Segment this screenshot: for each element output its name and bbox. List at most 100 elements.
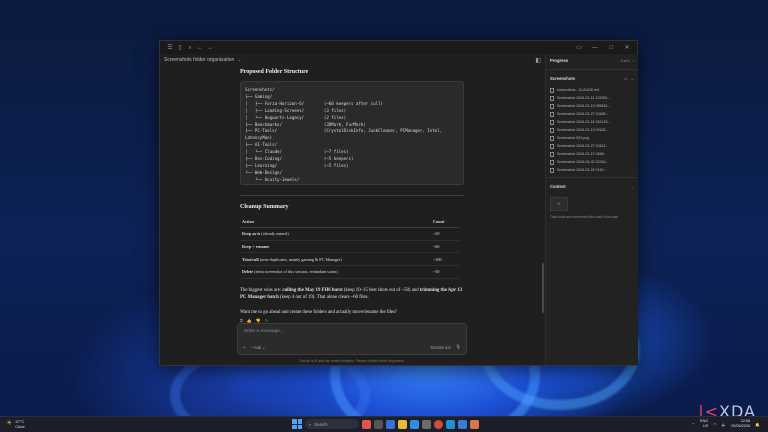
table-row: Trim/cull (near-duplicates, mainly gamin… [240,252,459,267]
panel-toggle-icon[interactable]: ◧ [535,57,541,64]
table-cell-action: Keep + rename [240,240,432,254]
weather-widget[interactable]: ☀ 37°C Clear [0,419,25,429]
divider [546,69,638,70]
file-icon [550,87,554,93]
file-icon [550,167,554,173]
file-item[interactable]: Screenshot 2026-03-27 20412... [550,142,634,150]
app-icon[interactable] [374,419,383,429]
minimize-icon[interactable]: — [590,43,600,53]
right-panel: Progress 4 of 4 › Screenshots ▭ ⌄ Instru… [545,54,638,365]
ask-mode-button[interactable]: ◔ Ask ⌄ [250,345,265,350]
notification-icon[interactable]: 🔔 [755,422,760,427]
add-icon[interactable]: + [243,345,245,350]
clock[interactable]: 22:58 05/06/2026 [731,419,750,429]
code-line: ├── Gaming/ [245,93,273,99]
table-cell-action: Trim/cull (near-duplicates, mainly gamin… [240,252,432,267]
folder-tree-code-block: Screenshots/├── Gaming/│ ├── Forza-Horiz… [240,81,464,185]
file-item[interactable]: Screenshot 2026-04-02 22316... [550,158,634,166]
chevron-up-icon[interactable]: ⌃ [692,422,695,427]
file-explorer-icon[interactable] [398,419,407,429]
progress-header: Progress 4 of 4 › [546,54,638,67]
claude-icon[interactable] [470,419,479,429]
volume-icon[interactable]: 🔈 [722,422,727,427]
retry-icon[interactable]: ↻ [265,318,268,323]
file-icon [550,127,554,133]
table-row: Keep + rename ~60 [240,240,459,254]
menu-icon[interactable]: ☰ [165,43,175,53]
chevron-down-icon[interactable]: ⌄ [237,57,241,63]
folder-icon[interactable]: ▭ [624,76,628,81]
disclaimer-text: Claude is AI and can make mistakes. Plea… [299,359,405,363]
table-row: Keep as-is (already named) ~20 [240,227,459,241]
language-indicator[interactable]: ENG US [700,419,708,429]
message-composer[interactable]: Write a message... + ◔ Ask ⌄ Sonnet 4.6 … [237,323,467,355]
taskbar-search[interactable]: ⌕ Search [305,419,359,429]
table-cell-action: Keep as-is (already named) [240,227,432,241]
chevron-right-icon[interactable]: › [633,58,634,63]
maximize-icon[interactable]: □ [606,43,616,53]
cleanup-heading: Cleanup Summary [240,204,289,210]
context-note: Track tools and referenced files used in… [550,215,619,219]
layout-icon[interactable]: ▭ [574,43,584,53]
search-icon: ⌕ [309,421,312,427]
file-item[interactable]: Screenshot 2026-03-14 122951... [550,94,634,102]
microphone-icon[interactable]: 🎙 [456,344,461,350]
back-icon[interactable]: ← [195,43,205,53]
table-cell-count: ~60 [431,240,459,254]
table-header-row: Action Count [240,216,459,228]
app-icon[interactable] [458,419,467,429]
message-actions: ⧉ 👍 👎 ↻ [240,318,464,323]
file-icon [550,95,554,101]
app-icon[interactable] [386,419,395,429]
app-icon[interactable] [446,419,455,429]
message-input[interactable]: Write a message... [244,329,284,334]
file-item[interactable]: Screenshot 003.png [550,134,634,142]
progress-title: Progress [550,58,569,63]
thumbs-down-icon[interactable]: 👎 [256,318,261,323]
model-selector[interactable]: Sonnet 4.6 [430,345,450,350]
file-icon [550,143,554,149]
app-window: ☰ ▯ ⌕ ← → ▭ — □ ✕ Screenshots folder org… [159,40,638,366]
forward-icon[interactable]: → [205,43,215,53]
sidebar-icon[interactable]: ▯ [175,43,185,53]
file-name: Screenshot 2026-03-13 09183... [557,128,609,132]
thumbs-up-icon[interactable]: 👍 [247,318,252,323]
screenshots-header: Screenshots ▭ ⌄ [546,72,638,85]
context-header: Context ⌄ [546,180,638,193]
code-line: Screenshots/ [245,87,275,92]
file-item[interactable]: Screenshot 2026-03-13 095451... [550,102,634,110]
file-item[interactable]: Instructions - CLAUDE.md [550,86,634,94]
file-item[interactable]: Screenshot 2026-03-12 0458... [550,150,634,158]
conversation-title[interactable]: Screenshots folder organization [164,57,234,63]
app-icon[interactable] [362,419,371,429]
file-item[interactable]: Screenshot 2026-03-13 09183... [550,126,634,134]
chat-scrollbar[interactable] [542,263,544,313]
context-icon: ⊞ [550,197,568,211]
file-item[interactable]: Screenshot 2026-03-18 154125... [550,118,634,126]
weather-icon: ☀ [6,420,13,428]
column-header-action: Action [240,216,432,228]
search-icon[interactable]: ⌕ [185,43,195,53]
structure-heading: Proposed Folder Structure [240,69,309,75]
table-cell-count: ~20 [431,227,459,241]
wifi-icon[interactable]: ◠ [713,422,716,427]
conversation-header: Screenshots folder organization ⌄ ◧ [160,54,545,66]
file-item[interactable]: Screenshot 2026-03-24 0140... [550,166,634,174]
system-tray: ⌃ ENG US ◠ 🔈 22:58 05/06/2026 🔔 [692,419,760,429]
file-name: Screenshot 2026-03-27 20412... [557,144,609,148]
chevron-down-icon[interactable]: ⌄ [631,76,634,81]
file-item[interactable]: Screenshot 2026-03-27 20485... [550,110,634,118]
close-icon[interactable]: ✕ [622,43,632,53]
taskbar: ☀ 37°C Clear ⌕ Search ⌃ ENG US ◠ 🔈 22:58 05… [0,416,768,432]
code-line: │ ├── Forza-Horizon-6/ (~60 keepers afte… [245,100,384,106]
table-cell-action: Delete (meta screenshot of this session,… [240,265,432,279]
app-icon[interactable] [410,419,419,429]
column-header-count: Count [431,216,459,228]
app-icon[interactable] [422,419,431,429]
file-name: Instructions - CLAUDE.md [557,88,600,92]
windows-start-icon[interactable] [292,419,302,429]
copy-icon[interactable]: ⧉ [240,318,243,323]
chrome-icon[interactable] [434,419,443,429]
code-line: └── Acuity-Jewels/ [245,176,300,182]
chevron-down-icon[interactable]: ⌄ [631,184,634,189]
